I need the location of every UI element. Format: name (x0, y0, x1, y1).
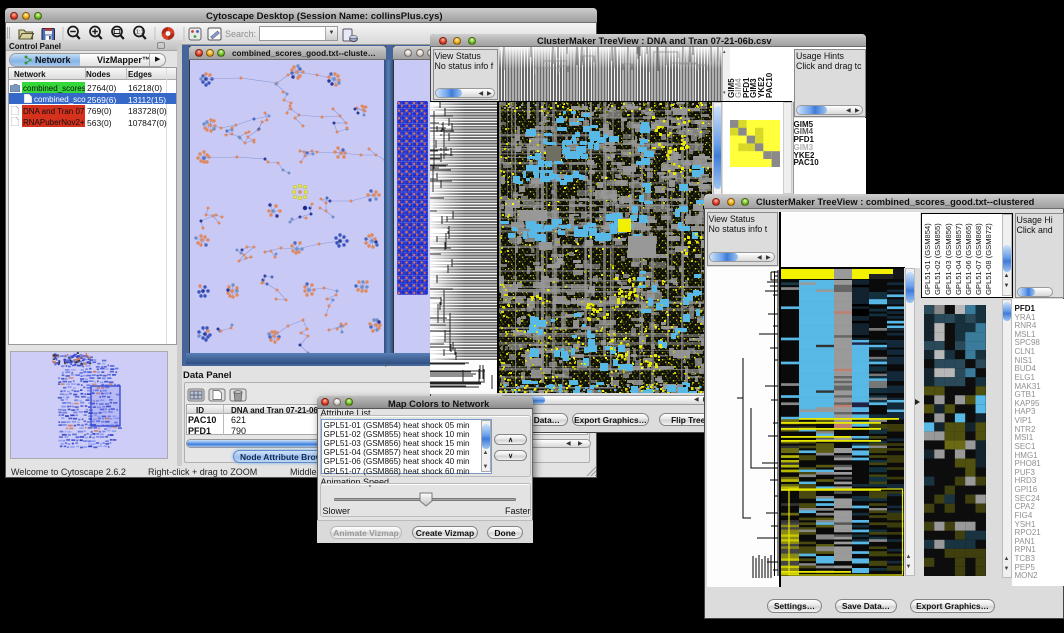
svg-text:1:1: 1:1 (136, 30, 144, 36)
